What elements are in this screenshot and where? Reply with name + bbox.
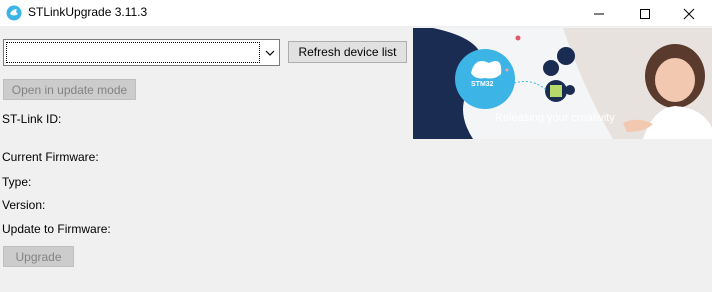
title-bar: STLinkUpgrade 3.11.3 xyxy=(0,0,712,26)
device-select[interactable] xyxy=(3,39,280,66)
refresh-device-list-button[interactable]: Refresh device list xyxy=(288,41,407,63)
stm32-banner-image: STM32 Releasing your creativity xyxy=(413,28,712,139)
type-label: Type: xyxy=(2,175,32,189)
current-firmware-label: Current Firmware: xyxy=(2,150,99,164)
upgrade-button[interactable]: Upgrade xyxy=(3,246,74,267)
stlink-app-icon xyxy=(6,5,22,21)
chevron-down-icon xyxy=(265,50,275,56)
maximize-icon xyxy=(640,9,650,19)
device-select-value xyxy=(6,42,260,63)
close-button[interactable] xyxy=(666,0,712,26)
version-label: Version: xyxy=(2,198,46,212)
open-in-update-mode-button[interactable]: Open in update mode xyxy=(3,79,136,100)
stlink-id-label: ST-Link ID: xyxy=(2,112,62,126)
window-title: STLinkUpgrade 3.11.3 xyxy=(28,5,148,19)
stm32-logo-text: STM32 xyxy=(471,81,494,88)
close-icon xyxy=(683,8,695,20)
minimize-icon xyxy=(594,13,604,15)
update-to-firmware-label: Update to Firmware: xyxy=(2,222,111,236)
minimize-button[interactable] xyxy=(576,0,622,26)
banner-tagline: Releasing your creativity xyxy=(495,112,615,124)
maximize-button[interactable] xyxy=(622,0,668,26)
